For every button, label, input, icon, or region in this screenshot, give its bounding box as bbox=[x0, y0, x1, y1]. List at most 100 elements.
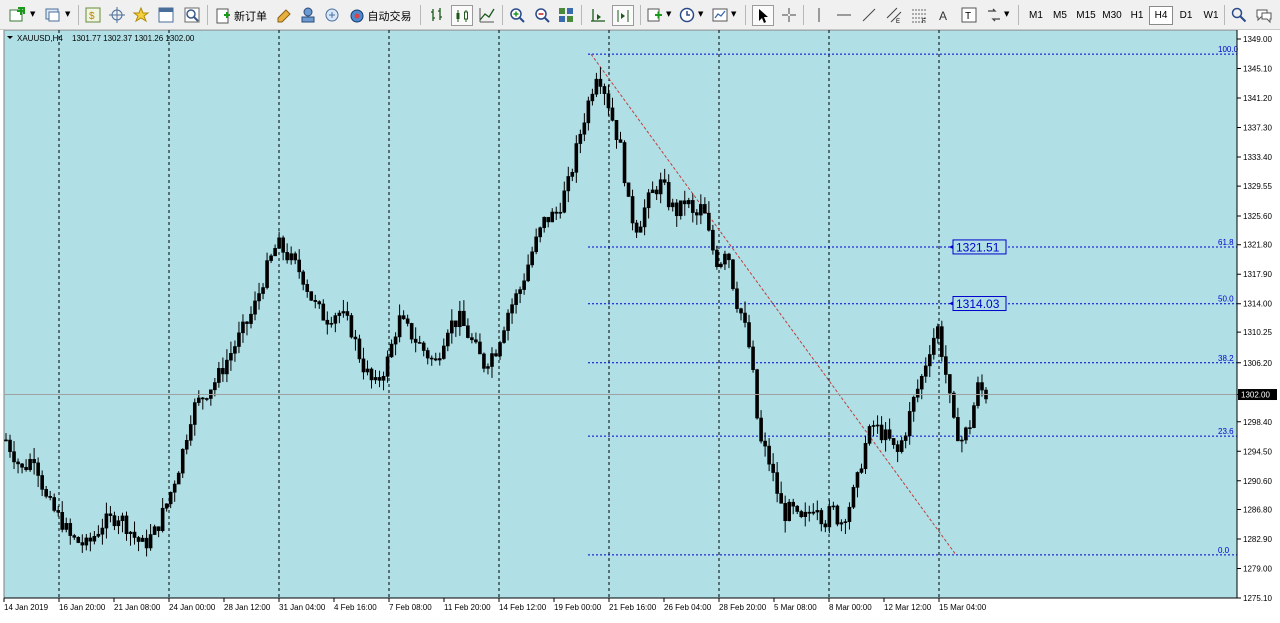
vertical-line-icon[interactable] bbox=[810, 6, 828, 24]
dropdown-arrow-icon[interactable]: ▼ bbox=[1004, 10, 1009, 18]
candle-bull bbox=[911, 396, 916, 412]
candle-bear bbox=[321, 303, 326, 321]
dropdown-arrow-icon[interactable]: ▼ bbox=[666, 10, 671, 18]
new-order-label: 新订单 bbox=[234, 9, 267, 23]
candle-bull bbox=[964, 427, 968, 441]
candle-bear bbox=[433, 358, 438, 361]
auto-trading-label: 自动交易 bbox=[367, 9, 412, 23]
strategy-tester-icon[interactable] bbox=[183, 6, 201, 24]
time-tick-label: 21 Jan 08:00 bbox=[114, 603, 161, 612]
templates-icon[interactable] bbox=[711, 6, 729, 24]
candle-bull bbox=[373, 377, 378, 381]
timeframe-m5[interactable]: M5 bbox=[1048, 6, 1072, 25]
text-label-icon[interactable]: T bbox=[960, 6, 978, 24]
timeframe-h4[interactable]: H4 bbox=[1149, 6, 1173, 25]
candle-bear bbox=[980, 382, 984, 391]
favorites-star-icon[interactable] bbox=[132, 6, 150, 24]
candle-bear bbox=[614, 120, 619, 141]
auto-trading-button[interactable]: 自动交易 bbox=[347, 5, 413, 26]
timeframe-m1[interactable]: M1 bbox=[1024, 6, 1048, 25]
tile-windows-icon[interactable] bbox=[557, 6, 575, 24]
timeframe-m15[interactable]: M15 bbox=[1073, 6, 1099, 25]
candle-bull bbox=[329, 323, 334, 325]
time-tick-label: 26 Feb 04:00 bbox=[664, 603, 712, 612]
candle-bull bbox=[64, 523, 69, 530]
candle-bull bbox=[128, 531, 133, 535]
candle-bull bbox=[566, 176, 571, 192]
price-tick-label: 1333.40 bbox=[1243, 153, 1272, 162]
dropdown-arrow-icon[interactable]: ▼ bbox=[731, 10, 736, 18]
periods-clock-icon[interactable] bbox=[678, 6, 696, 24]
candle-bull bbox=[719, 263, 723, 267]
chat-icon[interactable] bbox=[1255, 6, 1273, 24]
svg-text:T: T bbox=[965, 11, 971, 22]
candle-bull bbox=[160, 507, 165, 531]
chart-window[interactable]: 100.0 61.8 50.0 38.2 23.6 0.0 1321.51 1314.03 1… bbox=[0, 30, 1280, 623]
dropdown-arrow-icon[interactable]: ▼ bbox=[65, 10, 70, 18]
candle-bear bbox=[72, 535, 77, 538]
candle-bear bbox=[470, 337, 474, 341]
price-tick-label: 1298.40 bbox=[1243, 418, 1272, 427]
candle-bull bbox=[642, 207, 647, 228]
candle-bear bbox=[201, 397, 205, 400]
price-tick-label: 1306.20 bbox=[1243, 359, 1272, 368]
candle-bear bbox=[76, 537, 81, 543]
candle-bear bbox=[791, 501, 796, 507]
navigator-crosshair-icon[interactable] bbox=[108, 6, 126, 24]
candle-bear bbox=[124, 515, 129, 535]
trendline-icon[interactable] bbox=[860, 6, 878, 24]
indicators-icon[interactable] bbox=[646, 6, 664, 24]
plot-area[interactable] bbox=[3, 30, 1238, 599]
timeframe-d1[interactable]: D1 bbox=[1174, 6, 1198, 25]
candle-bear bbox=[40, 475, 44, 490]
equidistant-channel-icon[interactable]: E bbox=[885, 6, 903, 24]
search-icon[interactable] bbox=[1230, 6, 1248, 24]
account-icon[interactable] bbox=[299, 6, 317, 24]
signals-icon[interactable] bbox=[323, 6, 341, 24]
timeframe-m30[interactable]: M30 bbox=[1099, 6, 1125, 25]
candle-bull bbox=[498, 342, 502, 357]
timeframe-h1[interactable]: H1 bbox=[1125, 6, 1149, 25]
candle-bear bbox=[16, 461, 20, 465]
fibonacci-icon[interactable]: F bbox=[910, 6, 928, 24]
price-tick-label: 1341.20 bbox=[1243, 94, 1272, 103]
candle-bull bbox=[176, 472, 181, 485]
line-chart-icon[interactable] bbox=[478, 6, 496, 24]
text-tool-icon[interactable]: A bbox=[935, 6, 953, 24]
bar-chart-icon[interactable] bbox=[428, 6, 446, 24]
dropdown-arrow-icon[interactable]: ▼ bbox=[698, 10, 703, 18]
price-chart[interactable]: 100.0 61.8 50.0 38.2 23.6 0.0 1321.51 1314.03 1… bbox=[0, 30, 1280, 623]
candle-bull bbox=[333, 315, 338, 324]
price-tick-label: 1317.90 bbox=[1243, 270, 1272, 279]
candle-bear bbox=[727, 253, 731, 261]
arrows-icon[interactable] bbox=[985, 6, 1003, 24]
candle-bull bbox=[851, 487, 856, 508]
candle-bear bbox=[425, 350, 430, 359]
price-tick-label: 1337.30 bbox=[1243, 124, 1272, 133]
profiles-icon[interactable] bbox=[44, 6, 62, 24]
crosshair-icon[interactable] bbox=[780, 6, 798, 24]
time-tick-label: 14 Jan 2019 bbox=[4, 603, 49, 612]
cursor-tool-button[interactable] bbox=[752, 5, 774, 26]
candle-bear bbox=[357, 338, 362, 360]
zoom-out-icon[interactable] bbox=[533, 6, 551, 24]
candle-bear bbox=[413, 338, 418, 343]
toolbar-separator bbox=[745, 5, 746, 25]
candle-bull bbox=[237, 332, 241, 347]
market-watch-icon[interactable]: $ bbox=[84, 6, 102, 24]
zoom-in-icon[interactable] bbox=[508, 6, 526, 24]
candle-bear bbox=[494, 353, 498, 357]
candle-bull bbox=[811, 511, 816, 514]
metaeditor-icon[interactable] bbox=[275, 6, 293, 24]
candle-bull bbox=[96, 533, 101, 537]
terminal-window-icon[interactable] bbox=[157, 6, 175, 24]
candlestick-chart-button[interactable] bbox=[451, 5, 473, 26]
timeframe-w1[interactable]: W1 bbox=[1199, 6, 1223, 25]
chart-shift-icon[interactable] bbox=[589, 6, 607, 24]
auto-scroll-button[interactable] bbox=[612, 5, 634, 26]
new-order-button[interactable]: 新订单 bbox=[213, 5, 269, 26]
dropdown-arrow-icon[interactable]: ▼ bbox=[30, 10, 35, 18]
new-chart-icon[interactable] bbox=[8, 6, 26, 24]
horizontal-line-icon[interactable] bbox=[835, 6, 853, 24]
fib-level-label: 100.0 bbox=[1218, 45, 1239, 54]
